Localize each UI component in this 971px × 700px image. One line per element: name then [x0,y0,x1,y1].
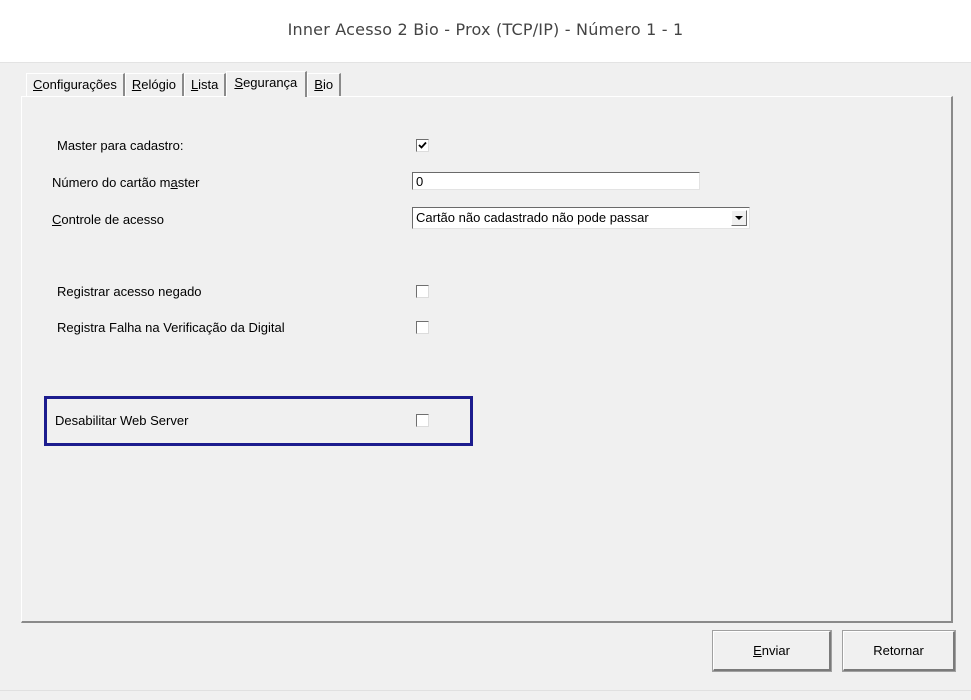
numero-cartao-master-input[interactable]: 0 [412,172,700,190]
numero-cartao-master-label: Número do cartão master [52,175,200,190]
registra-falha-digital-checkbox[interactable] [416,321,429,334]
chevron-down-icon[interactable] [731,210,747,226]
checkmark-icon [418,141,427,149]
controle-acesso-value: Cartão não cadastrado não pode passar [416,210,649,225]
master-cadastro-checkbox[interactable] [416,139,429,152]
registrar-acesso-negado-checkbox[interactable] [416,285,429,298]
enviar-button[interactable]: Enviar [712,630,832,672]
registrar-acesso-negado-label: Registrar acesso negado [57,284,202,299]
desabilitar-web-server-checkbox[interactable] [416,414,429,427]
tab-relogio[interactable]: Relógio [124,73,184,96]
tab-bio[interactable]: Bio [307,73,342,96]
tab-seguranca[interactable]: Segurança [226,71,308,97]
controle-acesso-select[interactable]: Cartão não cadastrado não pode passar [412,207,750,229]
master-cadastro-label: Master para cadastro: [57,138,184,153]
title-bar: Inner Acesso 2 Bio - Prox (TCP/IP) - Núm… [0,0,971,63]
tab-lista[interactable]: Lista [183,73,227,96]
tab-strip: Configurações Relógio Lista Segurança Bi… [26,71,342,97]
controle-acesso-label: Controle de acesso [52,212,165,227]
retornar-button[interactable]: Retornar [842,630,956,672]
tab-configuracoes[interactable]: Configurações [26,73,125,96]
window-title: Inner Acesso 2 Bio - Prox (TCP/IP) - Núm… [287,20,684,39]
registra-falha-digital-label: Registra Falha na Verificação da Digital [57,320,285,335]
bottom-divider [0,690,971,691]
desabilitar-web-server-label: Desabilitar Web Server [55,413,189,428]
